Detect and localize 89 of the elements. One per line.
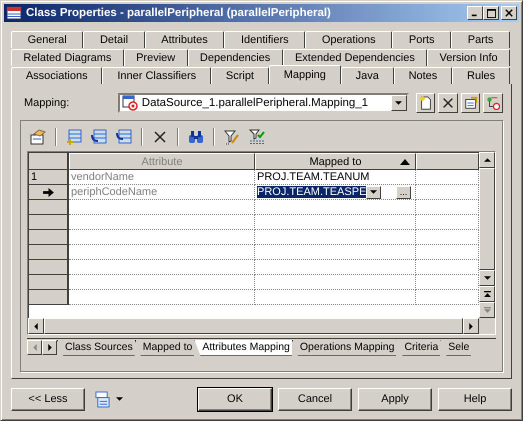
row-header[interactable] — [29, 215, 69, 230]
scroll-right-button[interactable] — [42, 340, 57, 355]
field-label: Mapping: — [23, 97, 70, 109]
corner-header[interactable] — [29, 153, 69, 170]
sheet-tab[interactable]: Sele — [440, 340, 472, 356]
table-cell: PROJ.TEAM.TEANUM — [255, 170, 416, 185]
new-button[interactable] — [416, 93, 436, 113]
tab[interactable]: Script — [211, 67, 269, 84]
properties-icon — [30, 129, 46, 145]
close-button[interactable] — [501, 6, 517, 20]
scroll-bottom-icon — [484, 307, 490, 313]
filter-pencil-icon — [224, 129, 240, 145]
tab[interactable]: Inner Classifiers — [102, 67, 212, 84]
properties-button[interactable] — [460, 93, 480, 113]
tab[interactable]: Dependencies — [188, 49, 283, 66]
tab[interactable]: Java — [340, 67, 394, 84]
filter-check-icon — [249, 129, 265, 145]
sheet-tab[interactable]: Attributes Mapping — [194, 340, 292, 356]
row-header[interactable]: 1 — [29, 170, 69, 185]
tab[interactable]: Ports — [392, 31, 452, 48]
browse-button[interactable]: ... — [396, 186, 411, 198]
row-header[interactable] — [29, 275, 69, 290]
sheet-tab[interactable]: Operations Mapping — [292, 340, 396, 356]
new-document-icon — [418, 96, 433, 110]
dialog-button[interactable]: Cancel — [278, 388, 352, 410]
vertical-scrollbar[interactable] — [479, 152, 495, 318]
scroll-right-icon — [469, 322, 473, 330]
delete-button[interactable] — [438, 93, 458, 113]
sheet-tab[interactable]: Class Sources — [57, 340, 135, 356]
scroll-up-icon — [484, 158, 490, 162]
tab[interactable]: Notes — [394, 67, 452, 84]
tab[interactable]: Detail — [83, 31, 145, 48]
scroll-left-icon — [34, 322, 38, 330]
window-title: Class Properties - parallelPeripheral (parallelPeripheral) — [26, 7, 331, 19]
tab[interactable]: Version Info — [427, 49, 510, 66]
mapping-icon — [122, 95, 138, 111]
horizontal-scrollbar[interactable] — [28, 318, 495, 334]
scroll-left-button[interactable] — [27, 340, 42, 355]
caret-icon — [370, 190, 378, 194]
tab[interactable]: Mapping — [268, 65, 341, 84]
delete-icon — [441, 96, 456, 110]
tab[interactable]: Related Diagrams — [11, 49, 124, 66]
properties-icon — [464, 96, 478, 110]
row-header[interactable] — [29, 245, 69, 260]
row-header[interactable] — [29, 200, 69, 215]
caret-icon — [395, 101, 402, 105]
close-icon — [505, 9, 513, 17]
sheet-tab[interactable]: Criteria — [396, 340, 440, 356]
sheet-tab[interactable]: Mapped to — [134, 340, 194, 356]
tab[interactable]: Rules — [452, 67, 510, 84]
add-table-icon — [66, 129, 82, 145]
tab[interactable]: Parts — [451, 31, 510, 48]
scroll-right-icon — [48, 344, 52, 351]
dialog-button[interactable]: Help — [438, 388, 512, 410]
maximize-icon — [486, 8, 496, 18]
scroll-down-icon — [484, 276, 490, 280]
tab[interactable]: Associations — [11, 67, 102, 84]
tab[interactable]: Preview — [124, 49, 188, 66]
scroll-left-icon — [32, 344, 36, 351]
tab[interactable]: General — [11, 31, 84, 48]
less-button[interactable]: << Less — [11, 388, 85, 410]
document-list-icon — [95, 390, 110, 408]
tab[interactable]: Identifiers — [224, 31, 306, 48]
mapping-icon — [486, 96, 500, 110]
table-cell: periphCodeName — [69, 185, 255, 200]
dialog-button[interactable]: Apply — [358, 388, 432, 410]
scroll-top-icon — [484, 291, 490, 297]
delete-icon — [152, 129, 168, 145]
dialog-button[interactable]: OK — [198, 388, 272, 410]
tab[interactable]: Attributes — [144, 31, 224, 48]
row-header[interactable] — [29, 260, 69, 275]
mapping-dropdown[interactable]: DataSource_1.parallelPeripheral.Mapping_1 — [118, 93, 409, 113]
binoculars-icon — [188, 129, 204, 145]
row-header[interactable] — [29, 230, 69, 245]
table-cell: vendorName — [69, 170, 255, 185]
class-icon — [6, 5, 22, 21]
column-header[interactable] — [416, 153, 479, 170]
dropdown-button[interactable] — [366, 186, 382, 198]
maximize-button[interactable] — [483, 6, 499, 20]
tab[interactable]: Operations — [305, 31, 392, 48]
caret-icon — [116, 397, 123, 401]
row-header[interactable] — [29, 290, 69, 305]
mapping-button[interactable] — [483, 93, 503, 113]
minimize-button[interactable] — [467, 6, 483, 20]
tab[interactable]: Extended Dependencies — [282, 49, 428, 66]
row-header[interactable] — [29, 185, 69, 200]
current-row-arrow-icon — [42, 188, 54, 196]
sort-ascending-icon — [400, 158, 410, 164]
column-header[interactable]: Mapped to — [255, 153, 416, 170]
